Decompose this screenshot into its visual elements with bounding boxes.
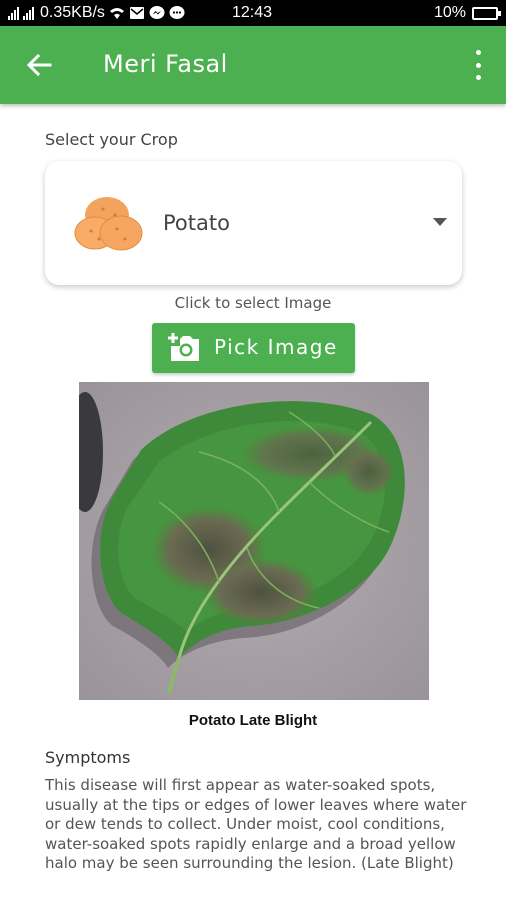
pick-image-label: Pick Image bbox=[214, 335, 338, 359]
app-bar: Meri Fasal bbox=[0, 26, 506, 104]
symptoms-title: Symptoms bbox=[45, 748, 131, 767]
status-bar: 0.35KB/s 12:43 10% bbox=[0, 0, 506, 26]
pick-image-button[interactable]: Pick Image bbox=[152, 323, 355, 373]
select-crop-label: Select your Crop bbox=[45, 130, 178, 149]
uploaded-leaf-image bbox=[79, 382, 429, 700]
disease-name: Potato Late Blight bbox=[188, 712, 318, 729]
leaf-photo bbox=[79, 382, 429, 700]
dropdown-arrow-icon bbox=[433, 218, 447, 226]
status-left: 0.35KB/s bbox=[8, 4, 185, 22]
symptoms-text: This disease will first appear as water-… bbox=[45, 776, 467, 872]
crop-dropdown[interactable]: Potato bbox=[45, 161, 462, 285]
battery-icon bbox=[472, 6, 501, 20]
network-speed: 0.35KB/s bbox=[40, 4, 105, 21]
app-title: Meri Fasal bbox=[103, 50, 228, 78]
potato-icon bbox=[74, 197, 143, 251]
signal-icon-2 bbox=[23, 6, 34, 20]
select-image-hint: Click to select Image bbox=[174, 294, 332, 312]
selected-crop: Potato bbox=[163, 211, 230, 235]
mail-icon bbox=[129, 7, 144, 19]
chat-icon bbox=[169, 6, 185, 19]
battery-percent: 10% bbox=[433, 4, 466, 21]
messenger-icon bbox=[149, 6, 165, 19]
status-time: 12:43 bbox=[232, 4, 273, 21]
signal-icon bbox=[8, 6, 19, 20]
back-arrow-icon[interactable] bbox=[22, 48, 56, 82]
wifi-icon bbox=[109, 8, 124, 19]
more-options-icon[interactable] bbox=[466, 50, 490, 80]
status-right: 10% bbox=[433, 4, 501, 22]
add-photo-icon bbox=[168, 333, 199, 361]
